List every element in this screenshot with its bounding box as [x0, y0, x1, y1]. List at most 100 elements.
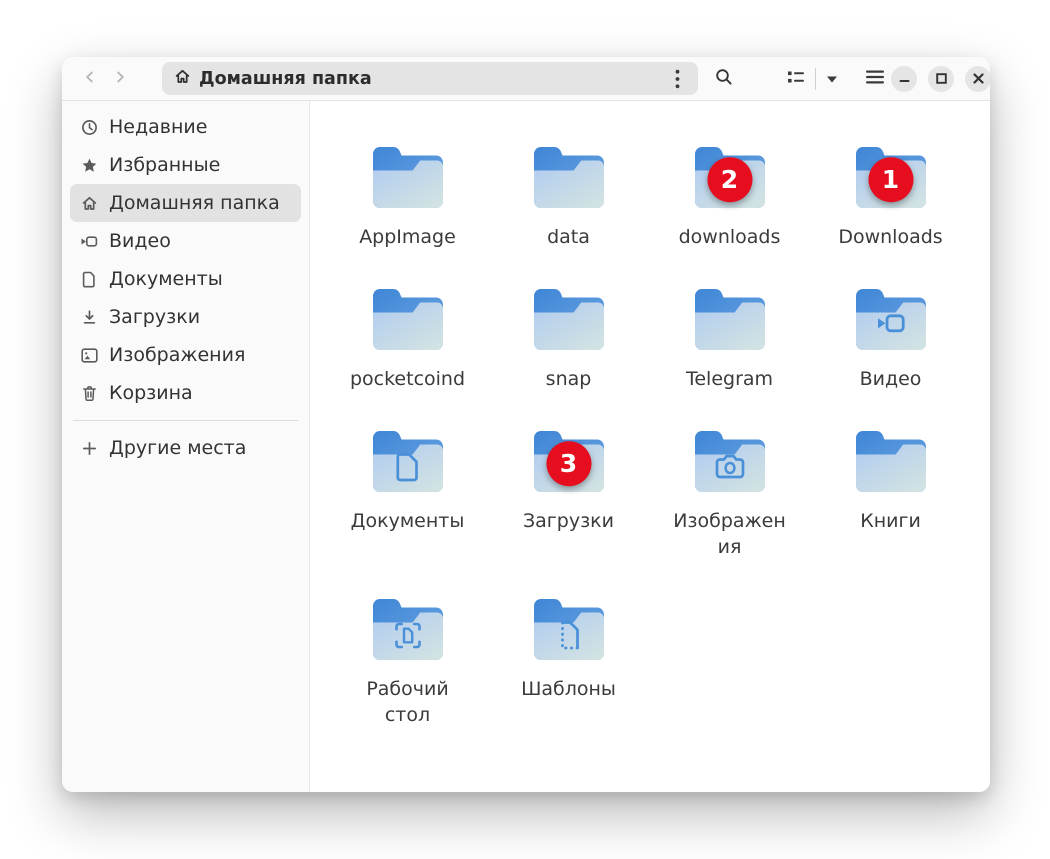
sidebar-item-other-places[interactable]: Другие места: [70, 429, 301, 467]
forward-icon: [112, 69, 128, 89]
sidebar-item[interactable]: Загрузки: [70, 298, 301, 336]
file-item[interactable]: 2 downloads: [649, 140, 810, 250]
video-icon: [80, 232, 98, 250]
sidebar-item-label: Видео: [109, 230, 171, 252]
file-item[interactable]: snap: [488, 282, 649, 392]
folder-icon: 2: [690, 140, 770, 214]
folder-icon: [529, 140, 609, 214]
sidebar-item-label: Загрузки: [109, 306, 201, 328]
sidebar-separator: [73, 420, 298, 421]
close-button[interactable]: [965, 65, 990, 92]
sidebar-item[interactable]: Избранные: [70, 146, 301, 184]
file-item[interactable]: Документы: [327, 424, 488, 560]
file-label: Загрузки: [522, 510, 615, 532]
view-options-dropdown[interactable]: [819, 63, 845, 95]
folder-icon: [368, 592, 448, 666]
file-item[interactable]: data: [488, 140, 649, 250]
file-label: Видео: [859, 368, 922, 390]
desktop-emblem-icon: [392, 620, 423, 651]
main-menu-button[interactable]: [859, 63, 891, 95]
sidebar: Недавние Избранные Домашняя папка Видео …: [62, 101, 310, 792]
video-emblem-icon: [875, 310, 906, 337]
path-bar[interactable]: Домашняя папка: [162, 62, 698, 95]
sidebar-item-label: Домашняя папка: [109, 192, 280, 214]
folder-icon: [529, 282, 609, 356]
file-item[interactable]: Изображения: [649, 424, 810, 560]
sidebar-item-label: Недавние: [109, 116, 208, 138]
forward-button[interactable]: [105, 64, 135, 94]
sidebar-item-label: Другие места: [109, 437, 247, 459]
maximize-icon: [935, 69, 947, 88]
file-label: Downloads: [838, 226, 943, 248]
search-icon: [715, 68, 733, 90]
sidebar-item-label: Документы: [109, 268, 223, 290]
home-icon: [174, 68, 191, 89]
file-label: Документы: [350, 510, 465, 532]
toolbar-divider: [815, 67, 816, 90]
template-emblem-icon: [556, 620, 582, 651]
camera-emblem-icon: [713, 452, 746, 481]
star-icon: [80, 156, 98, 174]
folder-icon: [368, 424, 448, 498]
sidebar-item-label: Корзина: [109, 382, 193, 404]
sidebar-item[interactable]: Видео: [70, 222, 301, 260]
images-icon: [80, 346, 98, 364]
sidebar-item[interactable]: Недавние: [70, 108, 301, 146]
file-label: downloads: [678, 226, 781, 248]
count-badge: 1: [868, 157, 913, 203]
home-icon: [80, 194, 98, 212]
file-item[interactable]: Рабочий стол: [327, 592, 488, 728]
sidebar-item[interactable]: Корзина: [70, 374, 301, 412]
file-label: data: [547, 226, 590, 248]
file-view[interactable]: AppImage data 2 downloads 1 Downloads po…: [310, 101, 990, 792]
back-button[interactable]: [75, 64, 105, 94]
file-label: AppImage: [359, 226, 456, 248]
sidebar-item[interactable]: Домашняя папка: [70, 184, 301, 222]
folder-icon: [529, 592, 609, 666]
file-item[interactable]: Видео: [810, 282, 971, 392]
plus-icon: [80, 439, 98, 457]
trash-icon: [80, 384, 98, 402]
file-label: Шаблоны: [521, 678, 616, 700]
close-icon: [972, 69, 984, 88]
back-icon: [82, 69, 98, 89]
file-item[interactable]: Книги: [810, 424, 971, 560]
file-label: Книги: [860, 510, 921, 532]
file-label: snap: [545, 368, 592, 390]
folder-icon: [368, 282, 448, 356]
file-manager-window: Домашняя папка Недавние Избранные Домашн…: [62, 57, 990, 792]
file-item[interactable]: pocketcoind: [327, 282, 488, 392]
document-emblem-icon: [395, 452, 420, 483]
file-item[interactable]: 1 Downloads: [810, 140, 971, 250]
file-label: Изображения: [673, 510, 786, 558]
header-bar[interactable]: Домашняя папка: [62, 57, 990, 101]
minimize-icon: [899, 69, 910, 88]
sidebar-item-label: Избранные: [109, 154, 221, 176]
documents-icon: [80, 270, 98, 288]
file-item[interactable]: AppImage: [327, 140, 488, 250]
sidebar-item[interactable]: Изображения: [70, 336, 301, 374]
folder-icon: 1: [851, 140, 931, 214]
file-item[interactable]: 3 Загрузки: [488, 424, 649, 560]
folder-icon: [690, 424, 770, 498]
minimize-button[interactable]: [891, 65, 917, 92]
window-controls: [891, 65, 990, 92]
search-button[interactable]: [708, 63, 740, 95]
path-label: Домашняя папка: [199, 68, 372, 89]
sidebar-item-label: Изображения: [109, 344, 246, 366]
folder-icon: [690, 282, 770, 356]
count-badge: 2: [707, 157, 752, 203]
dropdown-arrow-icon: [826, 69, 838, 88]
sidebar-item[interactable]: Документы: [70, 260, 301, 298]
recent-icon: [80, 118, 98, 136]
file-item[interactable]: Шаблоны: [488, 592, 649, 728]
count-badge: 3: [546, 441, 591, 487]
folder-icon: [368, 140, 448, 214]
kebab-menu-icon: [675, 69, 679, 88]
file-item[interactable]: Telegram: [649, 282, 810, 392]
list-view-button[interactable]: [780, 63, 812, 95]
path-menu-button[interactable]: [665, 65, 689, 93]
file-label: Рабочий стол: [366, 678, 449, 726]
maximize-button[interactable]: [928, 65, 954, 92]
view-toggle: [780, 63, 845, 95]
